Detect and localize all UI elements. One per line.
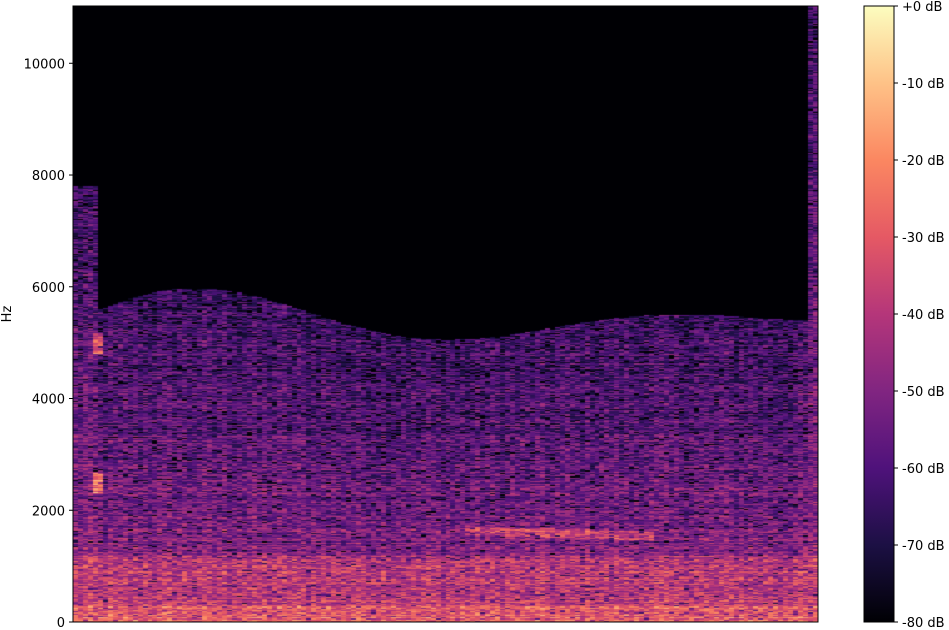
- colorbar-tick-label: -60 dB: [902, 462, 945, 477]
- colorbar-ticks: +0 dB -10 dB -20 dB -30 dB -40 dB -50 dB -60 d…: [894, 0, 945, 630]
- y-axis-label: Hz: [0, 306, 15, 323]
- colorbar-tick-label: -70 dB: [902, 539, 945, 554]
- spectrogram-image-holder: [73, 6, 818, 622]
- colorbar-tick-label: -10 dB: [902, 77, 945, 92]
- y-tick-label: 8000: [32, 169, 65, 184]
- colorbar-tick-label: -50 dB: [902, 385, 945, 400]
- y-tick-label: 2000: [32, 504, 65, 519]
- spectrogram-figure: 0 2000 4000 6000 8000 10000 Hz +0 dB -10 dB -20…: [0, 0, 945, 630]
- spectrogram-heatmap: [73, 6, 818, 622]
- y-tick-label: 6000: [32, 281, 65, 296]
- y-tick-label: 4000: [32, 393, 65, 408]
- colorbar: +0 dB -10 dB -20 dB -30 dB -40 dB -50 dB -60 d…: [863, 0, 945, 630]
- y-tick-label: 10000: [24, 57, 65, 72]
- y-tick-label: 0: [57, 616, 65, 630]
- colorbar-tick-label: -80 dB: [902, 616, 945, 630]
- colorbar-gradient: [864, 6, 894, 622]
- y-axis-ticks: 0 2000 4000 6000 8000 10000: [24, 57, 73, 630]
- spectrogram-axes: 0 2000 4000 6000 8000 10000 Hz: [0, 5, 819, 630]
- colorbar-tick-label: +0 dB: [902, 0, 942, 15]
- colorbar-tick-label: -30 dB: [902, 231, 945, 246]
- colorbar-tick-label: -20 dB: [902, 154, 945, 169]
- colorbar-tick-label: -40 dB: [902, 308, 945, 323]
